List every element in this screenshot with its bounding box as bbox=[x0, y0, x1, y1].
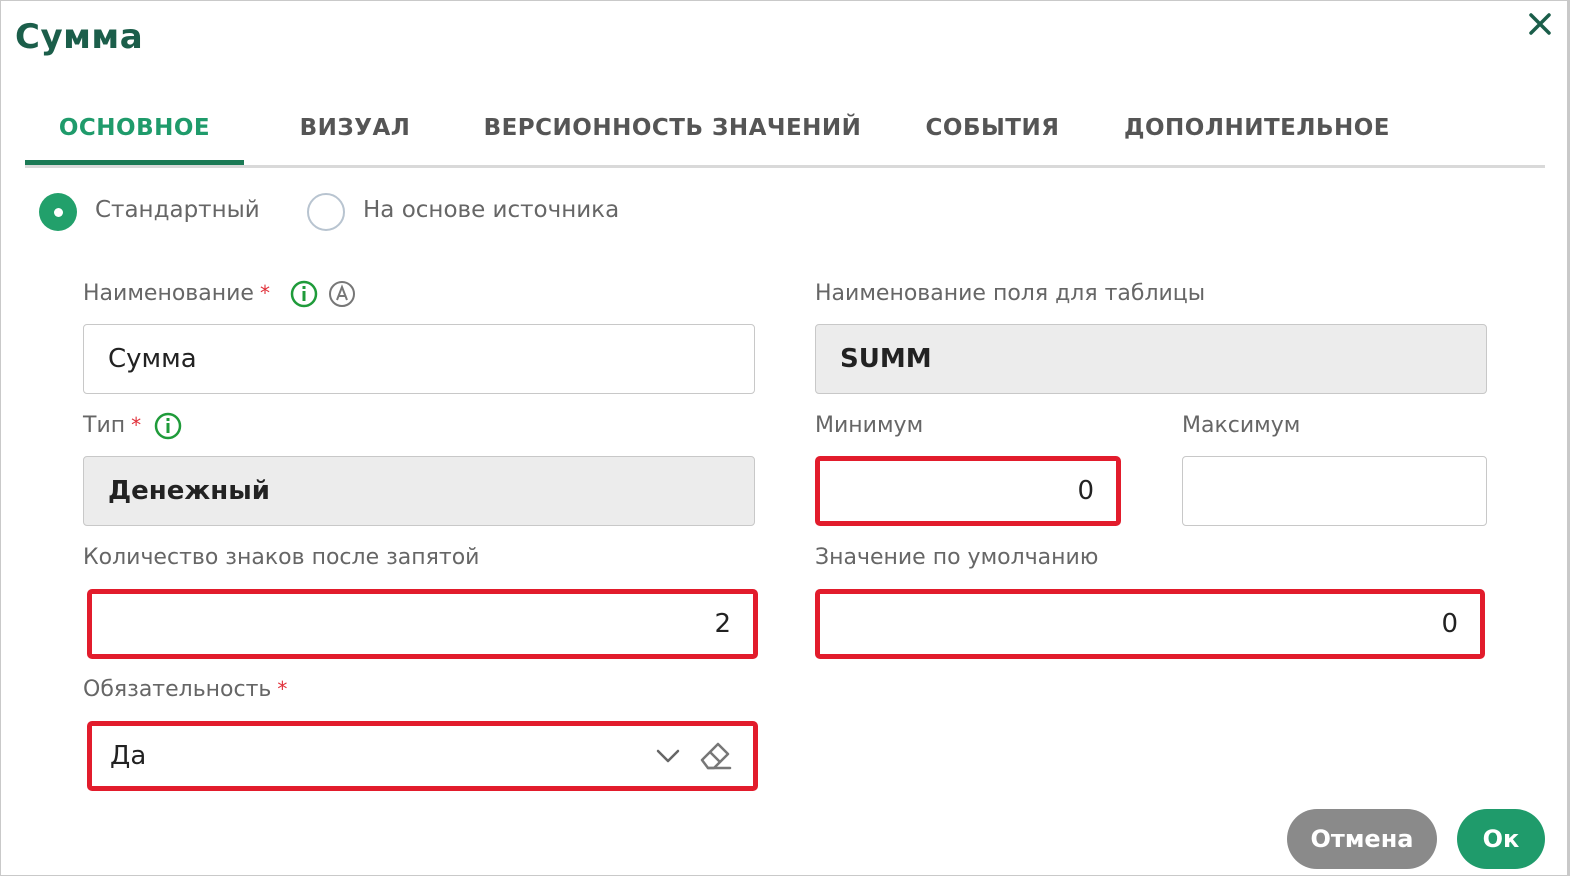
type-label: Тип * bbox=[83, 413, 141, 438]
minimum-input[interactable]: 0 bbox=[815, 456, 1121, 526]
radio-unchecked-icon bbox=[307, 193, 345, 231]
name-label-text: Наименование bbox=[83, 281, 254, 306]
required-mark: * bbox=[131, 413, 142, 437]
maximum-label: Максимум bbox=[1182, 413, 1301, 438]
tab-events[interactable]: СОБЫТИЯ bbox=[915, 101, 1070, 165]
autofill-icon[interactable] bbox=[328, 280, 356, 308]
active-tab-indicator bbox=[25, 160, 244, 165]
name-input-value: Сумма bbox=[108, 344, 197, 374]
tab-visual[interactable]: ВИЗУАЛ bbox=[275, 101, 435, 165]
default-value-input-value: 0 bbox=[1441, 609, 1458, 639]
table-field-name-input: SUMM bbox=[815, 324, 1487, 394]
tab-main[interactable]: ОСНОВНОЕ bbox=[25, 101, 244, 165]
tab-additional[interactable]: ДОПОЛНИТЕЛЬНОЕ bbox=[1117, 101, 1397, 165]
required-mark: * bbox=[259, 281, 270, 305]
minimum-label: Минимум bbox=[815, 413, 924, 438]
radio-source-based[interactable]: На основе источника bbox=[307, 191, 647, 233]
tab-bar: ОСНОВНОЕ ВИЗУАЛ ВЕРСИОННОСТЬ ЗНАЧЕНИЙ СО… bbox=[25, 101, 1545, 168]
cancel-button[interactable]: Отмена bbox=[1287, 809, 1437, 869]
decimals-input-value: 2 bbox=[714, 609, 731, 639]
info-icon[interactable] bbox=[154, 412, 182, 440]
type-input-value: Денежный bbox=[108, 476, 270, 506]
required-label-text: Обязательность bbox=[83, 677, 272, 702]
close-icon[interactable] bbox=[1525, 9, 1555, 39]
eraser-icon[interactable] bbox=[696, 736, 736, 774]
name-input[interactable]: Сумма bbox=[83, 324, 755, 394]
radio-checked-icon bbox=[39, 193, 77, 231]
minimum-input-value: 0 bbox=[1077, 476, 1094, 506]
ok-button[interactable]: Ок bbox=[1457, 809, 1545, 869]
type-label-text: Тип bbox=[83, 413, 126, 438]
required-mark: * bbox=[277, 677, 288, 701]
type-input: Денежный bbox=[83, 456, 755, 526]
table-field-name-value: SUMM bbox=[840, 344, 932, 374]
maximum-input[interactable] bbox=[1182, 456, 1487, 526]
tab-value-versioning[interactable]: ВЕРСИОННОСТЬ ЗНАЧЕНИЙ bbox=[480, 101, 865, 165]
name-label: Наименование * bbox=[83, 281, 270, 306]
chevron-down-icon[interactable] bbox=[655, 746, 681, 766]
radio-standard[interactable]: Стандартный bbox=[39, 191, 279, 233]
dialog-title: Сумма bbox=[15, 17, 144, 57]
default-value-label: Значение по умолчанию bbox=[815, 545, 1099, 570]
required-label: Обязательность * bbox=[83, 677, 287, 702]
decimals-input[interactable]: 2 bbox=[87, 589, 758, 659]
required-select[interactable]: Да bbox=[87, 721, 758, 791]
default-value-input[interactable]: 0 bbox=[815, 589, 1485, 659]
radio-source-based-label: На основе источника bbox=[363, 197, 620, 223]
info-icon[interactable] bbox=[290, 280, 318, 308]
table-field-name-label: Наименование поля для таблицы bbox=[815, 281, 1206, 306]
radio-standard-label: Стандартный bbox=[95, 197, 260, 223]
field-settings-dialog: Сумма ОСНОВНОЕ ВИЗУАЛ ВЕРСИОННОСТЬ ЗНАЧЕ… bbox=[0, 0, 1570, 876]
required-select-value: Да bbox=[110, 741, 147, 771]
decimals-label: Количество знаков после запятой bbox=[83, 545, 480, 570]
